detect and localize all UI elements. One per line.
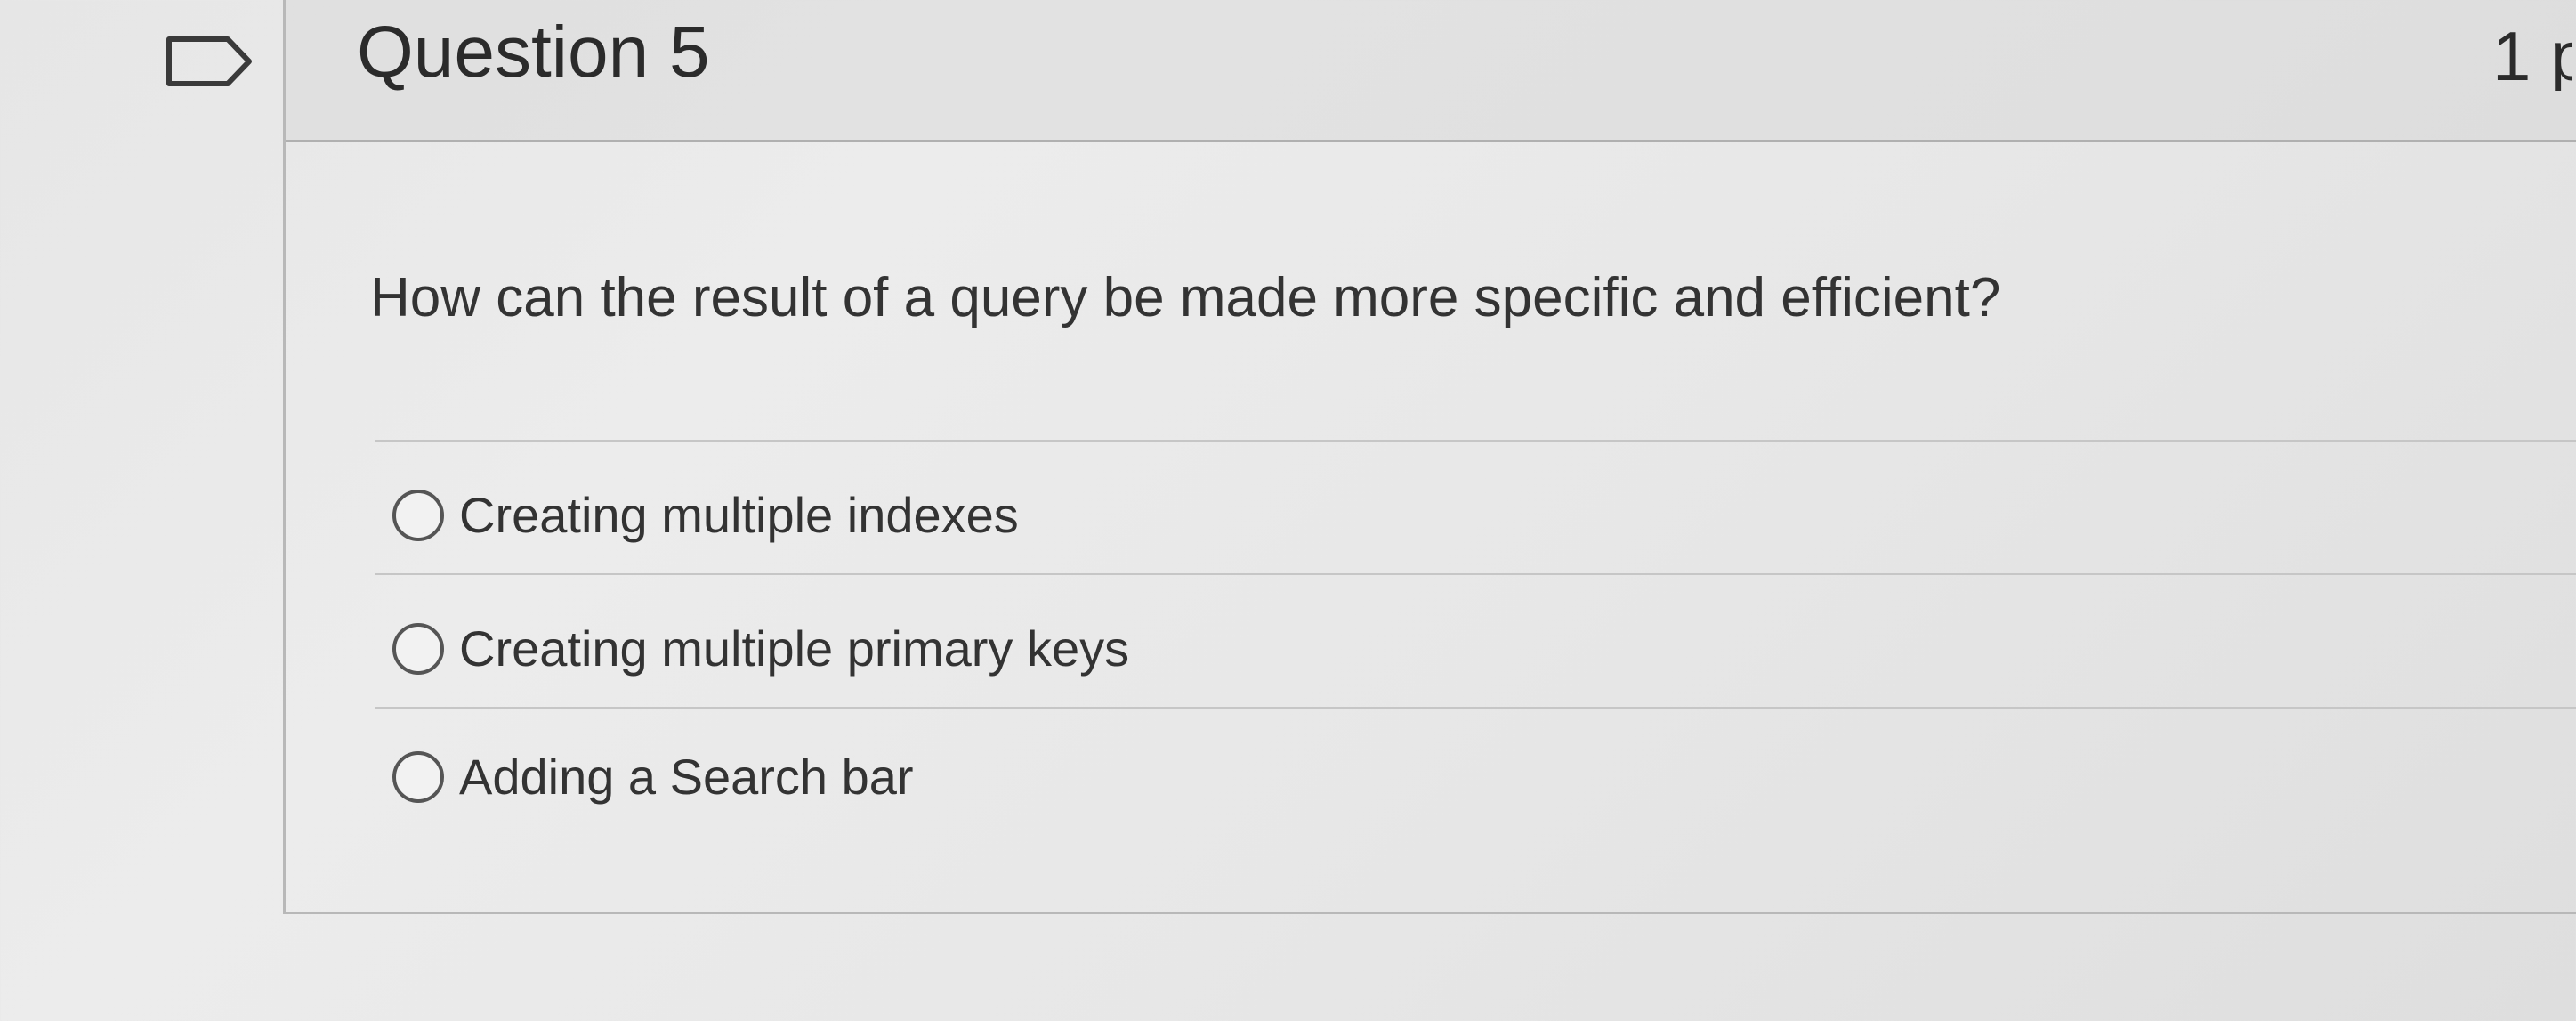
answer-label[interactable]: Creating multiple primary keys (459, 614, 1129, 684)
question-header: Question 5 1 p (286, 0, 2576, 142)
answer-label[interactable]: Creating multiple indexes (459, 481, 1019, 550)
question-panel: Question 5 1 p How can the result of a q… (283, 0, 2576, 914)
radio-button-icon[interactable] (392, 751, 444, 803)
answer-label[interactable]: Adding a Search bar (459, 742, 914, 812)
answer-option[interactable]: Adding a Search bar (392, 742, 2439, 822)
divider (375, 707, 2576, 709)
divider (375, 573, 2576, 575)
radio-button-icon[interactable] (392, 623, 444, 675)
question-points: 1 p (2492, 21, 2572, 91)
radio-button-icon[interactable] (392, 490, 444, 541)
answer-option[interactable]: Creating multiple primary keys (392, 614, 2439, 694)
question-text: How can the result of a query be made mo… (370, 267, 2001, 328)
divider (375, 440, 2576, 442)
question-title: Question 5 (357, 12, 710, 93)
answer-option[interactable]: Creating multiple indexes (392, 481, 2439, 561)
flag-question-icon[interactable] (166, 36, 254, 87)
